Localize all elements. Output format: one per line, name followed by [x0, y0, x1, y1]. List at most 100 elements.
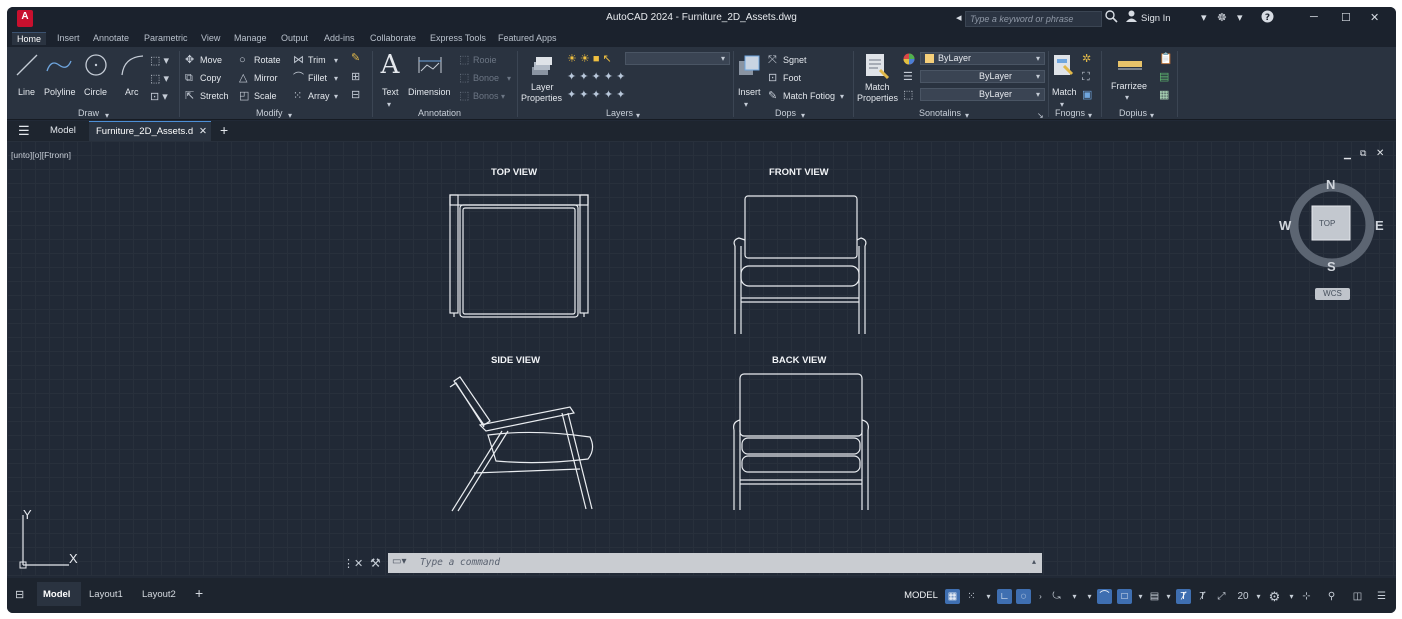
- viewcube-south[interactable]: S: [1327, 259, 1336, 274]
- chevron-down-icon[interactable]: ▾: [501, 91, 505, 102]
- layer-tools-icons-2[interactable]: ✦ ✦ ✦ ✦ ✦: [567, 90, 625, 101]
- utilities-button[interactable]: Frarrizee: [1111, 81, 1147, 91]
- arc-icon[interactable]: [119, 53, 145, 82]
- modify-panel-title[interactable]: Modify: [256, 108, 283, 118]
- dops-panel-title[interactable]: Dops: [775, 108, 796, 118]
- isolate-objects-icon[interactable]: ◫: [1350, 589, 1365, 604]
- annotation-visibility-icon[interactable]: Ⱦ: [1176, 589, 1191, 604]
- explode-icon[interactable]: ⊞: [351, 72, 360, 83]
- match-properties-label[interactable]: Properties: [857, 93, 898, 103]
- annotation-item-2[interactable]: Bonoe: [473, 73, 499, 83]
- snap-icon[interactable]: ⁙: [964, 589, 979, 604]
- layout1-tab[interactable]: Layout1: [89, 589, 123, 600]
- chevron-down-icon[interactable]: ›: [1033, 589, 1048, 604]
- annotation-item-3[interactable]: Bonos: [473, 91, 499, 101]
- chevron-down-icon[interactable]: ▾: [1125, 92, 1129, 103]
- annotation-autoscale-icon[interactable]: Ⱦ: [1195, 589, 1210, 604]
- properties-panel-title[interactable]: Sonotalins: [919, 108, 961, 118]
- linetype-dropdown[interactable]: ByLayer: [920, 88, 1045, 101]
- isodraft-icon[interactable]: ⤿: [1049, 589, 1064, 604]
- hatch-icon[interactable]: ⬚ ▾: [150, 74, 169, 85]
- hamburger-menu-icon[interactable]: ☰: [18, 123, 30, 139]
- circle-button[interactable]: Circle: [84, 87, 107, 97]
- text-button[interactable]: Text: [382, 87, 399, 97]
- chevron-down-icon[interactable]: ▾: [1251, 589, 1266, 604]
- command-expand-icon[interactable]: ▴: [1032, 557, 1036, 566]
- dimension-icon[interactable]: [417, 53, 443, 80]
- chevron-down-icon[interactable]: ▾: [744, 99, 748, 110]
- object-snap-tracking-icon[interactable]: ⌒: [1097, 589, 1112, 604]
- insert-icon[interactable]: [736, 53, 762, 84]
- drawing-canvas[interactable]: [unto][o][Ftronn] ▁ ⧉ ✕ TOP VIEW FRONT V…: [7, 141, 1396, 576]
- stretch-button[interactable]: Stretch: [200, 91, 229, 101]
- ortho-icon[interactable]: ∟: [997, 589, 1012, 604]
- annotation-scale-icon[interactable]: ⤢: [1214, 589, 1229, 604]
- chevron-down-icon[interactable]: ▾: [1161, 589, 1176, 604]
- model-space-button[interactable]: MODEL: [900, 588, 942, 604]
- groups-panel-title[interactable]: Fnogns: [1055, 108, 1085, 118]
- dimension-button[interactable]: Dimension: [408, 87, 451, 97]
- clipboard-icon[interactable]: 📋: [1159, 54, 1173, 65]
- chevron-down-icon[interactable]: ▾: [1036, 89, 1040, 100]
- fillet-button[interactable]: Fillet: [308, 73, 327, 83]
- command-close-icon[interactable]: ✕: [354, 557, 363, 570]
- chair-top-view-drawing[interactable]: [447, 193, 592, 321]
- match-properties-button[interactable]: Match: [865, 82, 890, 92]
- match-properties-icon[interactable]: [864, 52, 890, 85]
- chevron-down-icon[interactable]: ▾: [801, 110, 805, 121]
- command-grip-icon[interactable]: ⋮: [343, 557, 354, 570]
- command-line[interactable]: ▭▾ Type a command ▴: [388, 553, 1042, 573]
- polyline-icon[interactable]: [45, 55, 73, 80]
- help-icon[interactable]: ?: [1261, 10, 1274, 26]
- array-button[interactable]: Array: [308, 91, 330, 101]
- match-button[interactable]: Match: [1052, 87, 1077, 97]
- lineweight-toggle-icon[interactable]: ▤: [1147, 589, 1162, 604]
- chevron-down-icon[interactable]: ▾: [840, 91, 844, 102]
- group-edit-icon[interactable]: ▣: [1082, 90, 1092, 101]
- tab-collaborate[interactable]: Collaborate: [370, 33, 416, 43]
- viewcube-north[interactable]: N: [1326, 177, 1335, 192]
- chevron-down-icon[interactable]: ▾: [1036, 71, 1040, 82]
- layer-tools-icons[interactable]: ✦ ✦ ✦ ✦ ✦: [567, 72, 625, 83]
- chevron-down-icon[interactable]: ▾: [965, 110, 969, 121]
- arc-button[interactable]: Arc: [125, 87, 139, 97]
- customization-icon[interactable]: ☰: [1374, 589, 1389, 604]
- chevron-down-icon[interactable]: ▾: [721, 53, 725, 64]
- text-icon[interactable]: A: [379, 50, 401, 82]
- chevron-down-icon[interactable]: ▾: [1088, 110, 1092, 121]
- dops-item-2[interactable]: Foot: [783, 73, 801, 83]
- command-customize-icon[interactable]: ⚒: [370, 556, 381, 570]
- tab-home[interactable]: Home: [12, 32, 47, 45]
- viewport-controls[interactable]: [unto][o][Ftronn]: [11, 150, 71, 160]
- move-button[interactable]: Move: [200, 55, 222, 65]
- tab-view[interactable]: View: [201, 33, 220, 43]
- sign-in-link[interactable]: Sign In: [1141, 13, 1171, 24]
- chevron-down-icon[interactable]: ▾: [334, 91, 338, 102]
- viewport-close-icon[interactable]: ✕: [1376, 148, 1384, 159]
- match-icon[interactable]: [1052, 52, 1074, 83]
- layer-properties-label[interactable]: Properties: [521, 93, 562, 103]
- chevron-down-icon[interactable]: ▾: [636, 110, 640, 121]
- chevron-down-icon[interactable]: ▾: [1082, 589, 1097, 604]
- color-dropdown[interactable]: ByLayer: [920, 52, 1045, 65]
- tab-annotate[interactable]: Annotate: [93, 33, 129, 43]
- maximize-icon[interactable]: ☐: [1341, 11, 1351, 24]
- polar-icon[interactable]: ◌: [1016, 589, 1031, 604]
- line-button[interactable]: Line: [18, 87, 35, 97]
- color-wheel-icon[interactable]: [903, 53, 915, 68]
- layer-properties-button[interactable]: Layer: [531, 82, 554, 92]
- chevron-down-icon[interactable]: ▾: [1067, 589, 1082, 604]
- measure-icon[interactable]: [1117, 57, 1143, 76]
- trim-button[interactable]: Trim: [308, 55, 326, 65]
- chevron-down-icon[interactable]: ▾: [288, 110, 292, 121]
- boundary-icon[interactable]: ⊡ ▾: [150, 92, 168, 103]
- recent-commands-icon[interactable]: ▭▾: [392, 556, 406, 567]
- ungroup-icon[interactable]: ⛶: [1082, 72, 1090, 83]
- tab-insert[interactable]: Insert: [57, 33, 80, 43]
- layer-dropdown[interactable]: [625, 52, 730, 65]
- draw-panel-title[interactable]: Draw: [78, 108, 99, 118]
- utilities-panel-title[interactable]: Dopius: [1119, 108, 1147, 118]
- chair-side-view-drawing[interactable]: [444, 373, 596, 513]
- panel-launcher-icon[interactable]: ↘: [1037, 110, 1044, 121]
- chevron-down-icon[interactable]: ▾: [1237, 11, 1243, 24]
